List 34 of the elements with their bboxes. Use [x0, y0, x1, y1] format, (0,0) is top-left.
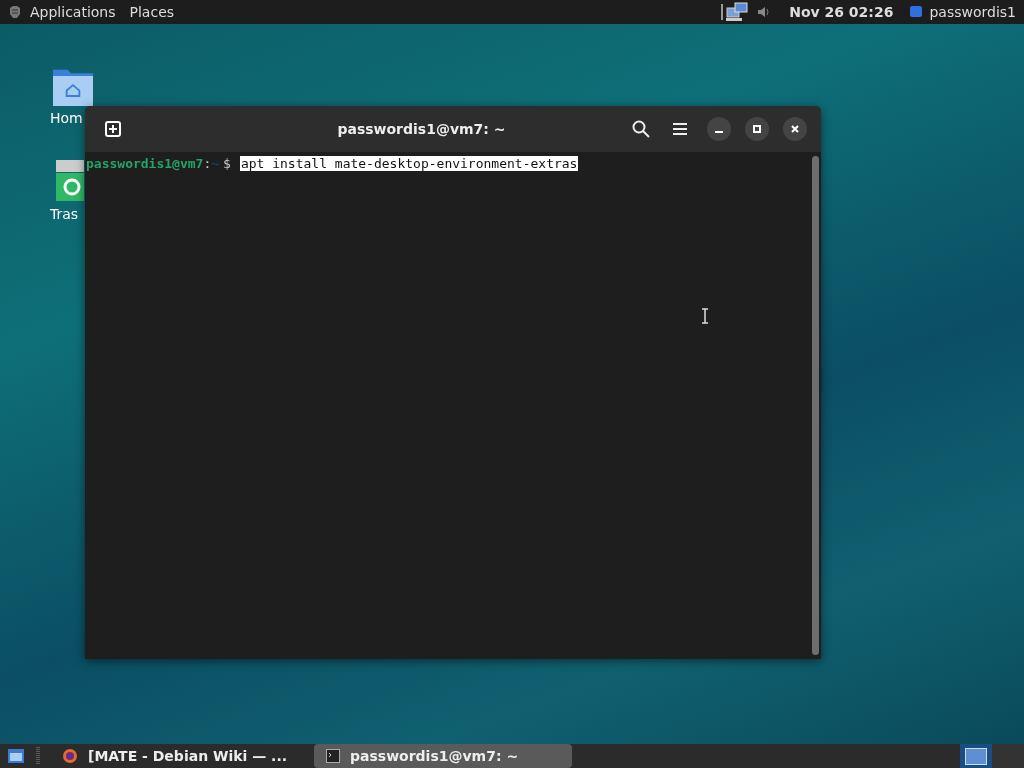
taskbar-button[interactable]: [MATE - Debian Wiki — ...: [50, 744, 308, 768]
prompt-user-host: passwordis1@vm7: [86, 156, 204, 171]
workspace-switcher-cell[interactable]: [992, 744, 1024, 768]
prompt-symbol: $: [223, 156, 231, 171]
volume-icon[interactable]: [757, 5, 772, 19]
close-icon: [790, 124, 800, 134]
desktop-icon-label[interactable]: Tras: [50, 206, 79, 222]
user-icon[interactable]: [909, 5, 924, 19]
browser-icon: [62, 748, 78, 764]
panel-handle-icon[interactable]: [36, 746, 40, 766]
close-button[interactable]: [783, 117, 807, 141]
trash-icon[interactable]: [54, 158, 84, 202]
minimize-button[interactable]: [707, 117, 731, 141]
terminal-icon: [326, 749, 340, 763]
taskbar-button[interactable]: passwordis1@vm7: ~: [314, 744, 572, 768]
panel-menu[interactable]: Places: [129, 4, 175, 20]
minimize-icon: [715, 131, 723, 133]
prompt-separator: :: [203, 156, 212, 171]
new-tab-icon[interactable]: [105, 121, 121, 137]
command-text: apt install mate-desktop-environment-extras: [239, 156, 579, 171]
maximize-button[interactable]: [745, 117, 769, 141]
panel-menu[interactable]: Applications: [30, 4, 116, 20]
desktop-icon-label[interactable]: Hom: [50, 110, 83, 126]
window-title: passwordis1@vm7: ~: [336, 121, 507, 137]
scrollbar[interactable]: [812, 156, 819, 655]
text-cursor-icon: [701, 308, 709, 324]
menu-icon[interactable]: [672, 122, 688, 136]
maximize-icon: [752, 124, 762, 134]
prompt-path: ~: [211, 156, 220, 171]
clock[interactable]: Nov 26 02:26: [789, 4, 894, 20]
workspace-switcher-cell[interactable]: [960, 744, 992, 768]
user-name[interactable]: passwordis1: [929, 4, 1016, 20]
show-desktop-icon[interactable]: [8, 749, 24, 763]
search-icon[interactable]: [632, 120, 650, 138]
